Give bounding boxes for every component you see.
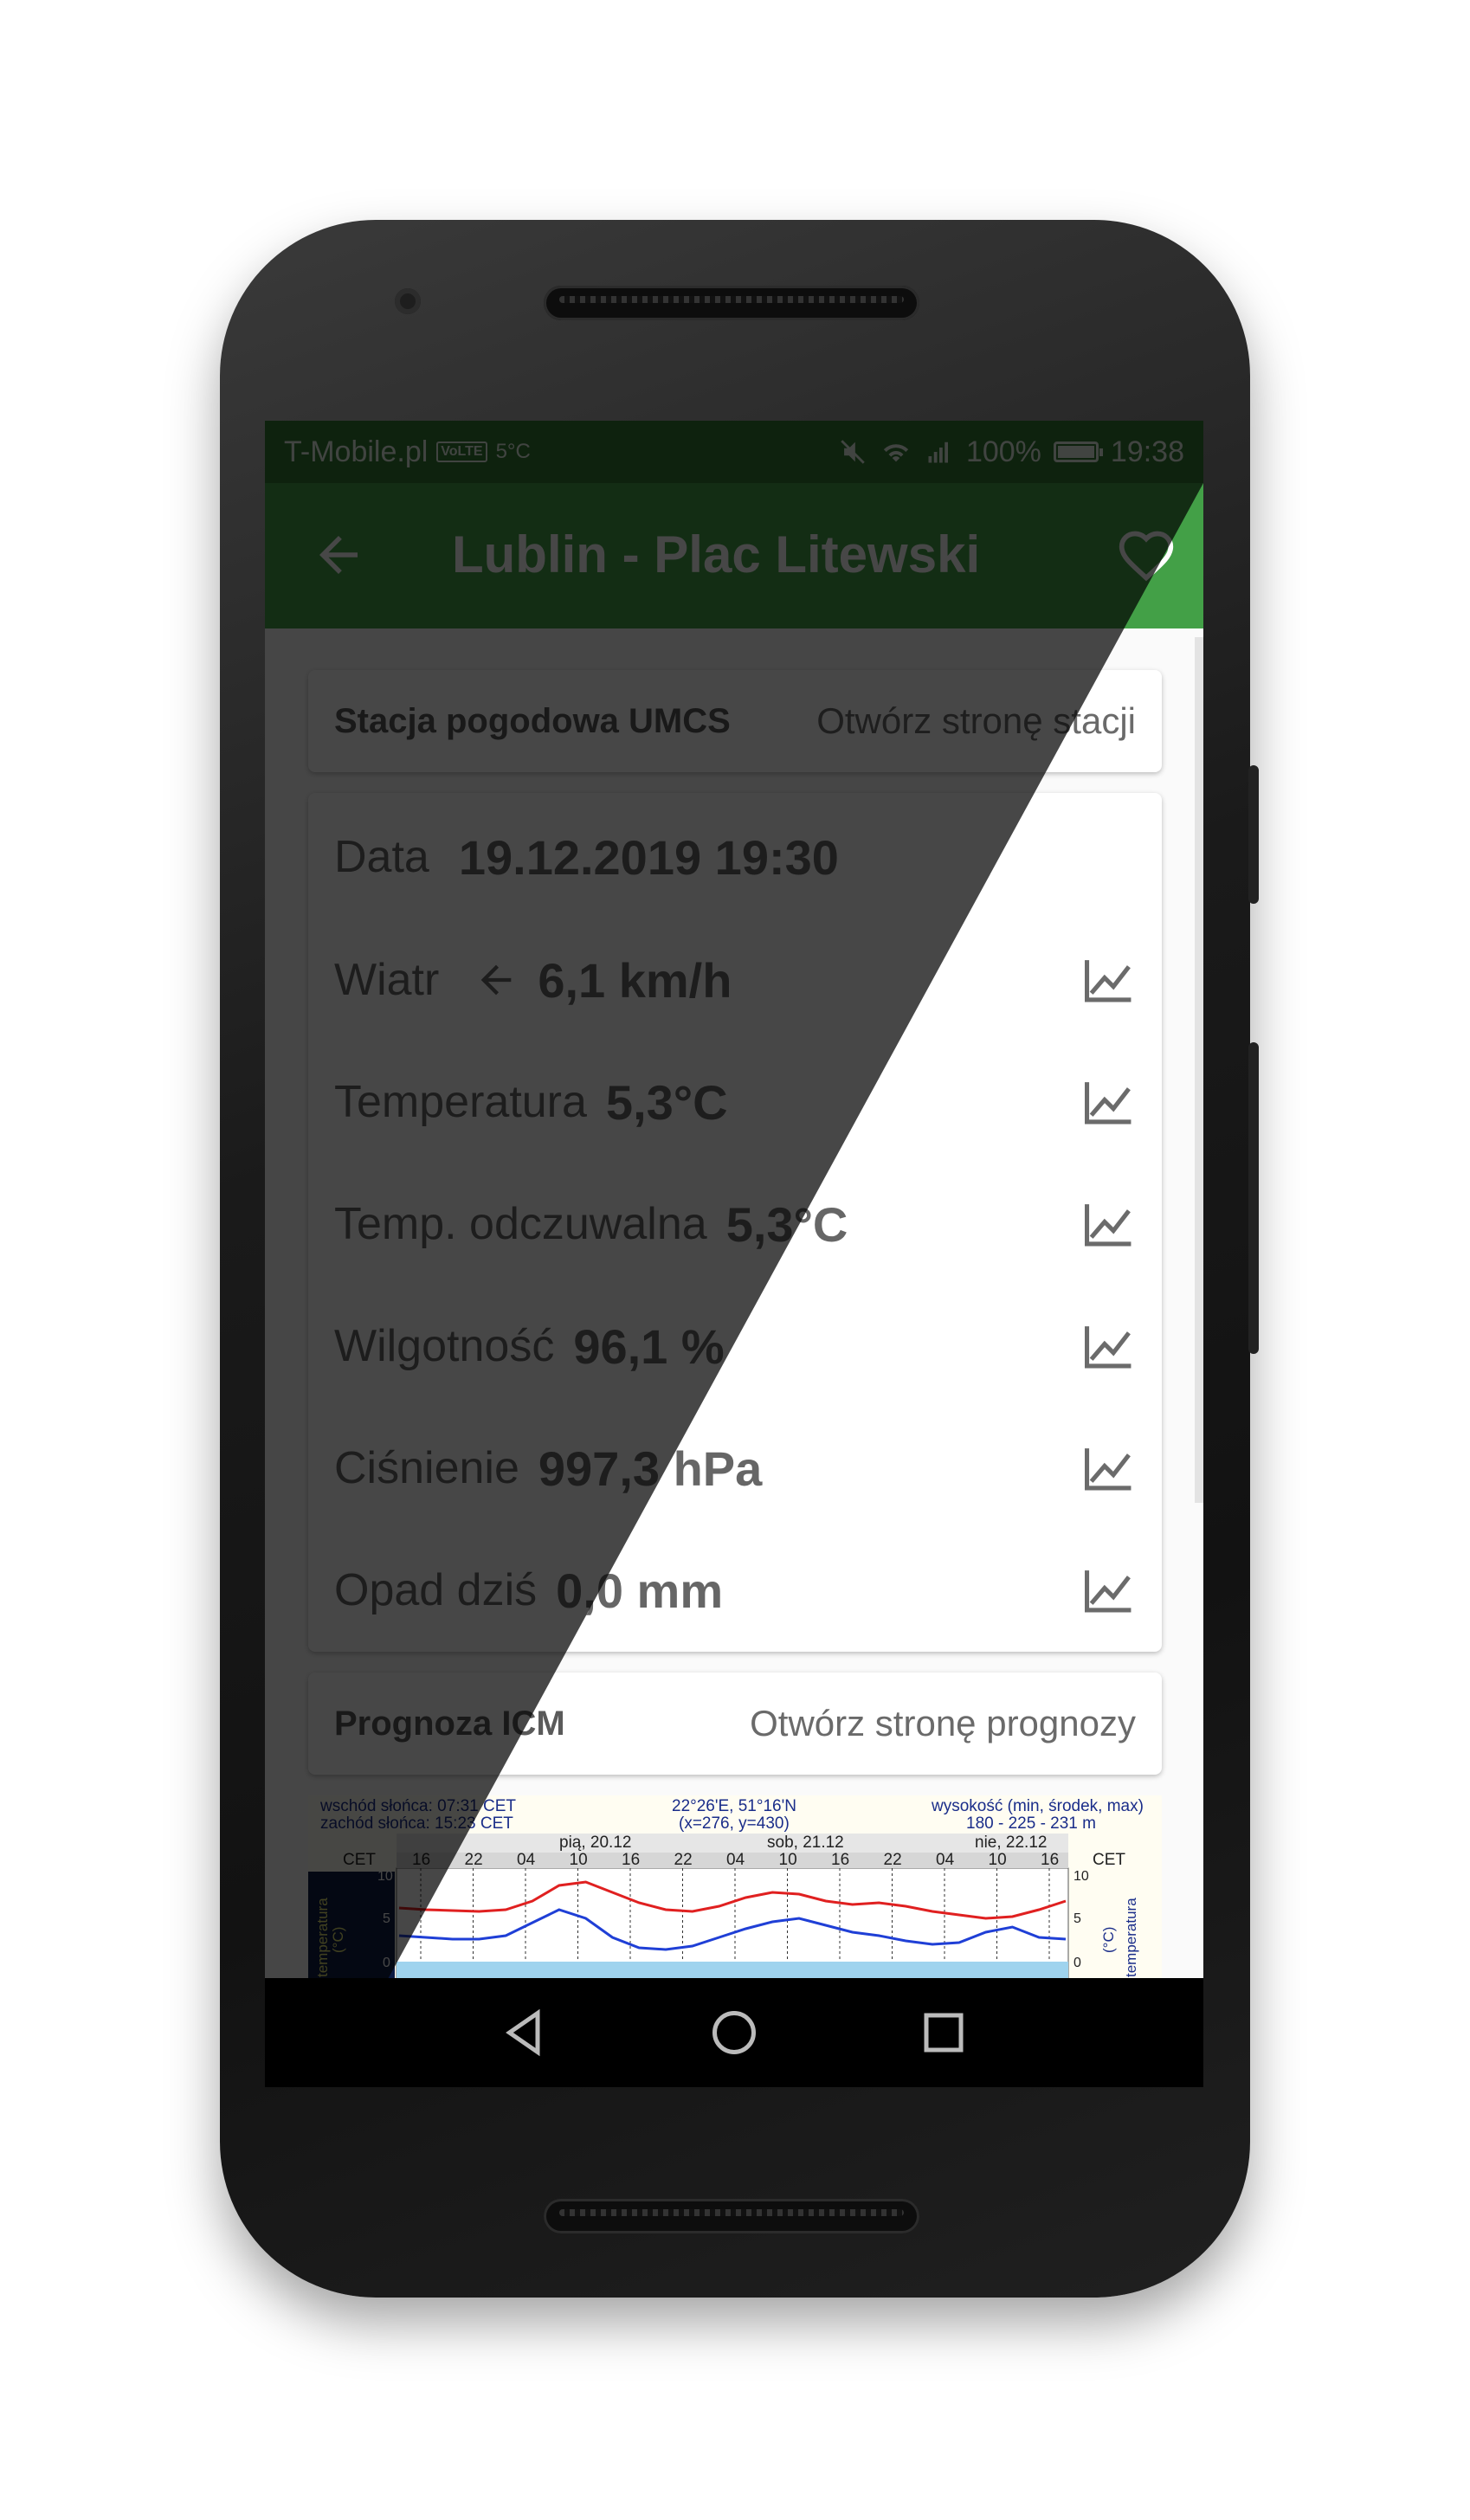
feels-like-value: 5,3°C bbox=[725, 1196, 848, 1252]
open-station-link[interactable]: Otwórz stronę stacji bbox=[816, 700, 1136, 742]
date-value: 19.12.2019 19:30 bbox=[458, 829, 839, 885]
wind-direction-arrow-icon bbox=[480, 964, 512, 996]
status-bar: T-Mobile.pl VoLTE 5°C 100% 19:38 bbox=[265, 421, 1203, 483]
day-label-1: pią, 20.12 bbox=[559, 1834, 631, 1852]
hour-tick-label: 04 bbox=[517, 1851, 536, 1869]
measurement-row-precipitation: Opad dziś 0,0 mm bbox=[334, 1556, 1136, 1625]
signal-icon bbox=[928, 441, 948, 463]
date-row: Data 19.12.2019 19:30 bbox=[334, 822, 1136, 892]
power-button bbox=[1248, 765, 1259, 904]
nav-back-icon[interactable] bbox=[499, 2007, 551, 2059]
grid-text: (x=276, y=430) bbox=[679, 1814, 790, 1833]
temperature-value: 5,3°C bbox=[605, 1074, 728, 1130]
carrier-name: T-Mobile.pl bbox=[284, 435, 429, 468]
nav-recents-icon[interactable] bbox=[918, 2007, 970, 2059]
chart-icon[interactable] bbox=[1082, 1078, 1136, 1126]
measurement-row-feels-like: Temp. odczuwalna 5,3°C bbox=[334, 1189, 1136, 1259]
content-area: Stacja pogodowa UMCS Otwórz stronę stacj… bbox=[265, 628, 1203, 1978]
station-card[interactable]: Stacja pogodowa UMCS Otwórz stronę stacj… bbox=[308, 670, 1162, 772]
volte-badge: VoLTE bbox=[436, 441, 487, 462]
measurement-row-wind: Wiatr 6,1 km/h bbox=[334, 945, 1136, 1015]
status-temperature: 5°C bbox=[495, 440, 531, 463]
humidity-label: Wilgotność bbox=[334, 1321, 555, 1371]
heart-icon[interactable] bbox=[1117, 526, 1176, 585]
wind-label: Wiatr bbox=[334, 955, 440, 1005]
chart-icon[interactable] bbox=[1082, 1444, 1136, 1492]
ytick-5-right: 5 bbox=[1073, 1911, 1081, 1926]
measurements-card: Data 19.12.2019 19:30 Wiatr 6,1 km/h Tem… bbox=[308, 793, 1162, 1652]
chart-icon[interactable] bbox=[1082, 1566, 1136, 1614]
chart-icon[interactable] bbox=[1082, 1322, 1136, 1370]
pressure-value: 997,3 hPa bbox=[538, 1440, 763, 1496]
day-label-3: nie, 22.12 bbox=[975, 1834, 1047, 1852]
ytick-10-right: 10 bbox=[1073, 1869, 1089, 1884]
app-bar: Lublin - Plac Litewski bbox=[265, 483, 1203, 628]
top-speaker-grille bbox=[544, 286, 919, 320]
hour-tick-label: 16 bbox=[831, 1851, 849, 1869]
mute-icon bbox=[841, 440, 865, 464]
ytick-10: 10 bbox=[377, 1869, 393, 1884]
volume-button bbox=[1248, 1042, 1259, 1354]
forecast-card[interactable]: Prognoza ICM Otwórz stronę prognozy bbox=[308, 1672, 1162, 1775]
pressure-label: Ciśnienie bbox=[334, 1443, 519, 1493]
coords-text: 22°26'E, 51°16'N bbox=[672, 1797, 796, 1815]
ytick-5: 5 bbox=[383, 1911, 390, 1926]
hour-tick-label: 22 bbox=[884, 1851, 902, 1869]
timezone-left: CET bbox=[343, 1851, 376, 1869]
battery-icon bbox=[1053, 441, 1103, 462]
axis-label-right: temperatura bbox=[1123, 1898, 1139, 1977]
page-title: Lublin - Plac Litewski bbox=[452, 525, 981, 583]
chart-icon[interactable] bbox=[1082, 1200, 1136, 1248]
hour-tick-label: 22 bbox=[674, 1851, 693, 1869]
elevation-label: wysokość (min, środek, max) bbox=[932, 1797, 1144, 1815]
nav-home-icon[interactable] bbox=[708, 2007, 760, 2059]
precipitation-label: Opad dziś bbox=[334, 1565, 538, 1615]
elevation-values: 180 - 225 - 231 m bbox=[966, 1814, 1096, 1833]
open-forecast-link[interactable]: Otwórz stronę prognozy bbox=[750, 1703, 1136, 1744]
measurement-row-temperature: Temperatura 5,3°C bbox=[334, 1067, 1136, 1137]
station-name: Stacja pogodowa UMCS bbox=[334, 701, 731, 740]
navigation-bar bbox=[265, 1978, 1203, 2087]
clock: 19:38 bbox=[1110, 435, 1184, 468]
feels-like-label: Temp. odczuwalna bbox=[334, 1199, 707, 1249]
axis-unit-left: (°C) bbox=[330, 1927, 346, 1953]
date-label: Data bbox=[334, 832, 429, 882]
battery-percent: 100% bbox=[965, 435, 1041, 468]
sunset-text: zachód słońca: 15:23 CET bbox=[320, 1814, 513, 1833]
axis-label-left: temperatura bbox=[314, 1898, 331, 1977]
hour-tick-label: 04 bbox=[726, 1851, 745, 1869]
front-camera bbox=[395, 288, 421, 314]
day-label-2: sob, 21.12 bbox=[767, 1834, 844, 1852]
sunrise-text: wschód słońca: 07:31 CET bbox=[320, 1797, 517, 1815]
axis-unit-right: (°C) bbox=[1100, 1927, 1117, 1953]
ytick-0-right: 0 bbox=[1073, 1956, 1081, 1970]
measurement-row-pressure: Ciśnienie 997,3 hPa bbox=[334, 1434, 1136, 1503]
hour-tick-label: 16 bbox=[1041, 1851, 1059, 1869]
phone-screen: T-Mobile.pl VoLTE 5°C 100% 19:38 Lublin … bbox=[265, 421, 1203, 2087]
hour-tick-label: 10 bbox=[779, 1851, 797, 1869]
temperature-label: Temperatura bbox=[334, 1077, 587, 1127]
hour-tick-label: 22 bbox=[465, 1851, 483, 1869]
meteogram-chart: pią, 20.12 sob, 21.12 nie, 22.12 CET CET… bbox=[308, 1832, 1162, 1979]
hour-tick-label: 16 bbox=[412, 1851, 430, 1869]
hour-tick-label: 10 bbox=[989, 1851, 1007, 1869]
wifi-icon bbox=[883, 444, 909, 462]
wind-value: 6,1 km/h bbox=[538, 952, 732, 1008]
forecast-name: Prognoza ICM bbox=[334, 1704, 565, 1743]
back-arrow-icon[interactable] bbox=[310, 526, 367, 583]
humidity-value: 96,1 % bbox=[573, 1318, 725, 1374]
chart-icon[interactable] bbox=[1082, 956, 1136, 1004]
timezone-right: CET bbox=[1093, 1851, 1125, 1869]
bottom-speaker-grille bbox=[544, 2199, 919, 2233]
hour-tick-label: 10 bbox=[570, 1851, 588, 1869]
hour-tick-label: 16 bbox=[622, 1851, 640, 1869]
scrollbar[interactable] bbox=[1195, 637, 1203, 1503]
ytick-0: 0 bbox=[383, 1956, 390, 1970]
measurement-row-humidity: Wilgotność 96,1 % bbox=[334, 1312, 1136, 1381]
hour-tick-label: 04 bbox=[936, 1851, 955, 1869]
precipitation-value: 0,0 mm bbox=[556, 1563, 724, 1618]
meteogram-image[interactable]: wschód słońca: 07:31 CET zachód słońca: … bbox=[308, 1795, 1162, 1979]
